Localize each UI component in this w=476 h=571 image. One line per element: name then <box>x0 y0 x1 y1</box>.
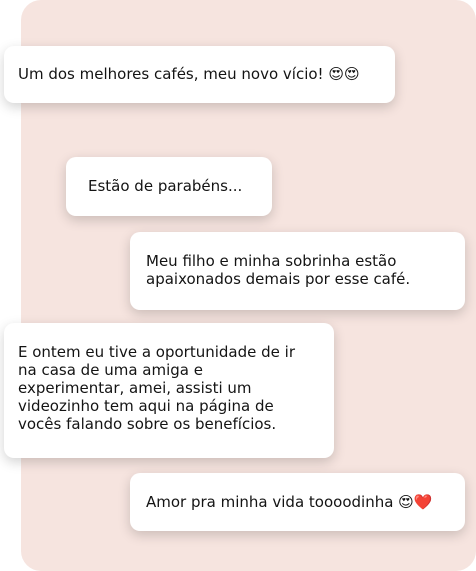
message-bubble-3: Meu filho e minha sobrinha estão apaixon… <box>130 232 465 310</box>
message-bubble-4: E ontem eu tive a oportunidade de ir na … <box>4 323 334 458</box>
message-text-2: Estão de parabéns... <box>88 177 243 195</box>
message-text-4: E ontem eu tive a oportunidade de ir na … <box>18 343 295 433</box>
message-bubble-2: Estão de parabéns... <box>66 157 272 216</box>
message-text-3: Meu filho e minha sobrinha estão apaixon… <box>146 252 411 288</box>
message-bubble-1: Um dos melhores cafés, meu novo vício! 😍… <box>4 46 395 103</box>
message-bubble-5: Amor pra minha vida toooodinha 😍❤️ <box>130 473 465 531</box>
message-text-5: Amor pra minha vida toooodinha 😍❤️ <box>146 493 433 511</box>
message-text-1: Um dos melhores cafés, meu novo vício! 😍… <box>18 65 360 83</box>
